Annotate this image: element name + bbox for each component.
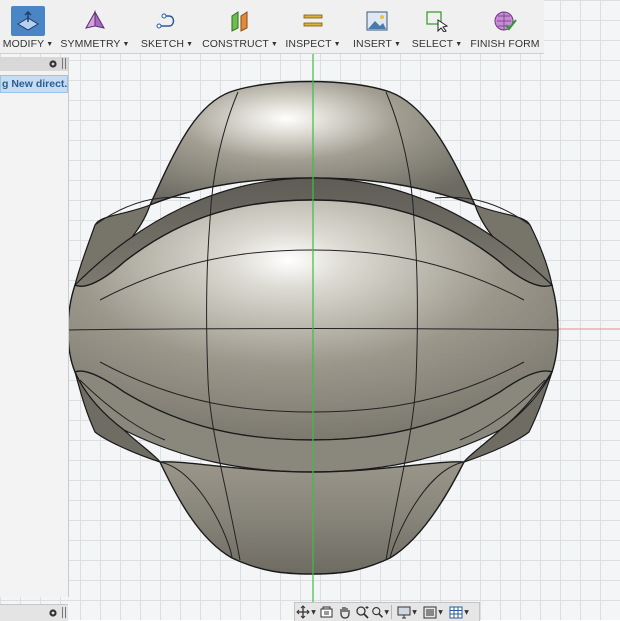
inspect-icon bbox=[296, 6, 330, 36]
finish-form-icon bbox=[488, 6, 522, 36]
zoom-icon bbox=[372, 607, 384, 618]
construct-icon bbox=[223, 6, 257, 36]
viewport-canvas[interactable] bbox=[0, 0, 620, 620]
comments-panel bbox=[0, 604, 68, 621]
pan-icon bbox=[339, 607, 350, 619]
select-label: SELECT bbox=[411, 38, 454, 50]
symmetry-label: SYMMETRY bbox=[60, 38, 121, 50]
display-settings-button[interactable]: ▼ bbox=[394, 604, 420, 620]
zoom-button[interactable]: ▼ bbox=[371, 604, 389, 620]
orbit-button[interactable]: ▼ bbox=[295, 604, 317, 620]
main-toolbar: MODIFY ▼ SYMMETRY ▼ SKETCH ▼ CONSTRUCT ▼ INS… bbox=[0, 0, 544, 54]
orbit-icon bbox=[296, 605, 310, 619]
grid-settings-icon bbox=[449, 606, 463, 618]
zoom-window-button[interactable] bbox=[353, 604, 371, 620]
insert-icon bbox=[360, 6, 394, 36]
symmetry-icon bbox=[78, 6, 112, 36]
insert-menu[interactable]: INSERT ▼ bbox=[346, 0, 408, 53]
browser-header bbox=[0, 57, 68, 71]
insert-label: INSERT bbox=[353, 38, 392, 50]
visual-style-button[interactable]: ▼ bbox=[420, 604, 446, 620]
inspect-menu[interactable]: INSPECT ▼ bbox=[280, 0, 346, 53]
gear-icon[interactable] bbox=[48, 608, 58, 618]
browser-item-selected[interactable]: g New direct... bbox=[0, 75, 68, 93]
finish-form-label: FINISH FORM bbox=[470, 38, 540, 50]
visual-style-icon bbox=[423, 606, 437, 618]
panel-collapse-icon[interactable] bbox=[62, 607, 66, 618]
gear-icon[interactable] bbox=[48, 59, 58, 69]
display-settings-icon bbox=[397, 606, 411, 618]
zoom-window-icon bbox=[356, 606, 369, 619]
browser-panel: g New direct... bbox=[0, 57, 69, 597]
bottom-dome-surface bbox=[158, 461, 466, 575]
sketch-label: SKETCH bbox=[140, 38, 185, 50]
pan-button[interactable] bbox=[335, 604, 353, 620]
select-icon bbox=[420, 6, 454, 36]
select-menu[interactable]: SELECT ▼ bbox=[408, 0, 466, 53]
sketch-icon bbox=[150, 6, 184, 36]
modify-label: MODIFY bbox=[2, 38, 45, 50]
symmetry-menu[interactable]: SYMMETRY ▼ bbox=[56, 0, 134, 53]
construct-label: CONSTRUCT bbox=[202, 38, 269, 50]
navigation-bar: ▼ ▼ ▼ ▼ ▼ bbox=[294, 602, 480, 621]
t-spline-body[interactable] bbox=[0, 0, 620, 620]
inspect-label: INSPECT bbox=[285, 38, 332, 50]
modify-menu[interactable]: MODIFY ▼ bbox=[0, 0, 56, 53]
construct-menu[interactable]: CONSTRUCT ▼ bbox=[200, 0, 280, 53]
look-at-button[interactable] bbox=[317, 604, 335, 620]
sketch-menu[interactable]: SKETCH ▼ bbox=[134, 0, 200, 53]
modify-icon bbox=[11, 6, 45, 36]
grid-settings-button[interactable]: ▼ bbox=[446, 604, 472, 620]
look-at-icon bbox=[320, 606, 332, 617]
panel-collapse-icon[interactable] bbox=[62, 58, 66, 69]
finish-form-button[interactable]: FINISH FORM bbox=[466, 0, 544, 53]
nav-separator bbox=[391, 605, 392, 619]
